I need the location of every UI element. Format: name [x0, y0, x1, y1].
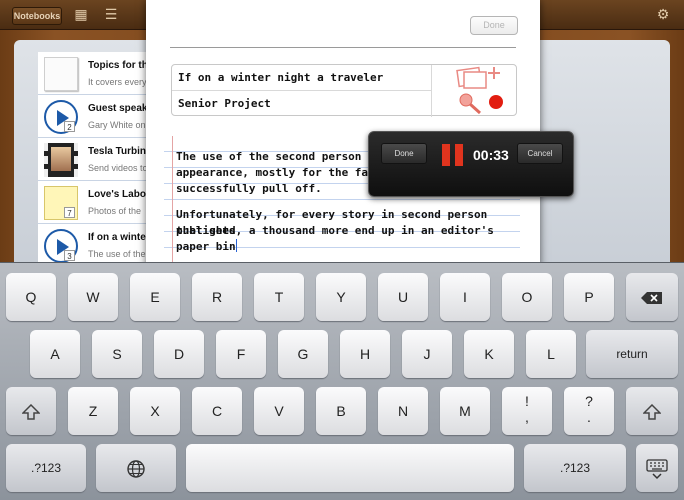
done-button[interactable]: Done [470, 16, 518, 35]
key-g[interactable]: G [278, 330, 328, 378]
key-o[interactable]: O [502, 273, 552, 321]
key-f[interactable]: F [216, 330, 266, 378]
list-icon[interactable]: ☰ [102, 6, 120, 24]
key-j[interactable]: J [402, 330, 452, 378]
add-photos-button[interactable] [431, 65, 518, 91]
key-h[interactable]: H [340, 330, 390, 378]
key-z[interactable]: Z [68, 387, 118, 435]
count-badge: 3 [64, 250, 75, 261]
count-badge: 2 [64, 121, 75, 132]
pause-icon[interactable] [442, 144, 464, 166]
list-item-title: Guest speaker [88, 103, 150, 114]
project-table: If on a winter night a traveler Senior P… [171, 64, 518, 117]
shift-icon [21, 404, 41, 421]
list-item-subtitle: It covers every [88, 77, 147, 87]
numbers-key-right[interactable]: .?123 [524, 444, 626, 492]
key-l[interactable]: L [526, 330, 576, 378]
backspace-icon [641, 292, 662, 305]
key-u[interactable]: U [378, 273, 428, 321]
return-key[interactable]: return [586, 330, 678, 378]
list-item-title: If on a winter [88, 232, 150, 243]
key-b[interactable]: B [316, 387, 366, 435]
key-a[interactable]: A [30, 330, 80, 378]
list-item[interactable]: 3 If on a winter The use of the [38, 224, 150, 267]
list-item[interactable]: Topics for the It covers every [38, 52, 150, 95]
photos-add-icon [456, 66, 500, 89]
text-caret [235, 239, 237, 252]
key-m[interactable]: M [440, 387, 490, 435]
key-top-glyph: ! [525, 393, 529, 409]
paragraph-line: published, a thousand more end up in an … [176, 224, 494, 253]
paragraph-line: successfully pull off. [176, 182, 322, 195]
audio-recorder-popup: Done 00:33 Cancel [368, 131, 574, 197]
microphone-record-icon [459, 93, 503, 115]
key-q[interactable]: Q [6, 273, 56, 321]
notebook-icon[interactable]: ▦ [72, 6, 90, 24]
keyboard-dismiss-icon [646, 459, 668, 480]
key-n[interactable]: N [378, 387, 428, 435]
recording-time: 00:33 [473, 147, 509, 163]
key-s[interactable]: S [92, 330, 142, 378]
document-list: Topics for the It covers every 2 Guest s… [38, 52, 150, 272]
key-d[interactable]: D [154, 330, 204, 378]
backspace-key[interactable] [626, 273, 678, 321]
key-p[interactable]: P [564, 273, 614, 321]
list-item-title: Topics for the [88, 60, 150, 71]
key-e[interactable]: E [130, 273, 180, 321]
key-i[interactable]: I [440, 273, 490, 321]
list-item-subtitle: The use of the [88, 249, 146, 259]
project-row-senior[interactable]: Senior Project [172, 91, 431, 117]
key-exclamation-comma[interactable]: ! , [502, 387, 552, 435]
list-item-subtitle: Photos of the [88, 206, 142, 216]
hide-keyboard-key[interactable] [636, 444, 678, 492]
list-item[interactable]: 7 Love's Labours Photos of the [38, 181, 150, 224]
divider [170, 47, 516, 48]
key-c[interactable]: C [192, 387, 242, 435]
key-k[interactable]: K [464, 330, 514, 378]
paragraph-line-with-caret: published, a thousand more end up in an … [176, 223, 520, 255]
key-bottom-glyph: . [587, 409, 591, 425]
video-thumbnail-icon [44, 143, 78, 177]
key-y[interactable]: Y [316, 273, 366, 321]
key-v[interactable]: V [254, 387, 304, 435]
page-thumbnail-icon [44, 57, 78, 91]
list-item[interactable]: 2 Guest speaker Gary White on [38, 95, 150, 138]
shift-key-right[interactable] [626, 387, 678, 435]
list-item-subtitle: Gary White on [88, 120, 146, 130]
shift-icon [642, 404, 662, 421]
gear-icon[interactable]: ⚙ [654, 6, 672, 24]
globe-icon [127, 460, 145, 478]
recorder-cancel-button[interactable]: Cancel [517, 143, 563, 164]
shift-key-left[interactable] [6, 387, 56, 435]
space-bar[interactable] [186, 444, 514, 492]
list-item-title: Love's Labours [88, 189, 150, 200]
key-w[interactable]: W [68, 273, 118, 321]
list-item[interactable]: Tesla Turbine Send videos to [38, 138, 150, 181]
list-item-subtitle: Send videos to [88, 163, 148, 173]
numbers-key-left[interactable]: .?123 [6, 444, 86, 492]
project-row-traveler[interactable]: If on a winter night a traveler [172, 65, 431, 91]
key-r[interactable]: R [192, 273, 242, 321]
key-bottom-glyph: , [525, 409, 529, 425]
count-badge: 7 [64, 207, 75, 218]
key-x[interactable]: X [130, 387, 180, 435]
on-screen-keyboard: Q W E R T Y U I O P A S D F G H J K L re… [0, 262, 684, 500]
key-top-glyph: ? [585, 393, 593, 409]
recorder-done-button[interactable]: Done [381, 143, 427, 164]
key-question-period[interactable]: ? . [564, 387, 614, 435]
key-t[interactable]: T [254, 273, 304, 321]
list-item-title: Tesla Turbine [88, 146, 150, 157]
record-audio-button[interactable] [431, 91, 518, 117]
notebooks-back-button[interactable]: Notebooks [12, 7, 62, 25]
globe-key[interactable] [96, 444, 176, 492]
